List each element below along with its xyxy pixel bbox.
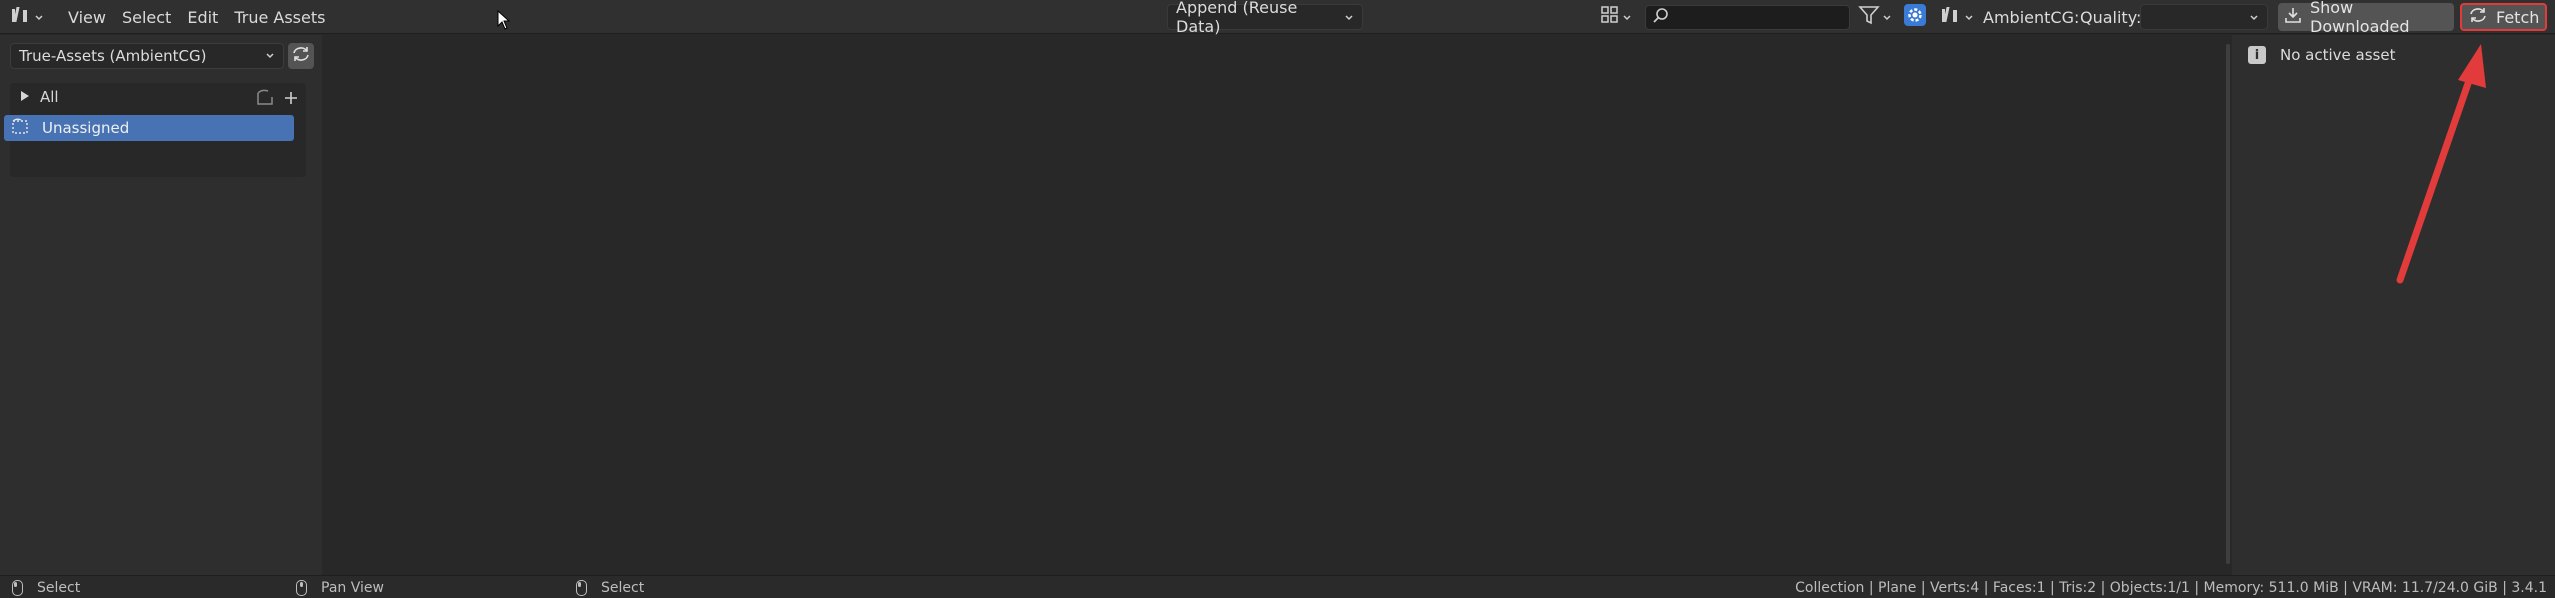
preferences-button[interactable]	[1904, 0, 1926, 34]
add-icon[interactable]	[284, 90, 298, 109]
asset-details-panel: i No active asset	[2232, 35, 2555, 575]
search-icon	[1652, 7, 1670, 29]
catalog-icon	[12, 118, 30, 138]
asset-sidebar: True-Assets (AmbientCG) All Unassigned	[0, 35, 322, 575]
info-icon: i	[2248, 46, 2266, 64]
status-middle-mouse-hint: Pan View	[296, 576, 384, 598]
expand-triangle-icon[interactable]	[20, 88, 30, 106]
provider-label: AmbientCG:	[1983, 0, 2079, 34]
status-right-mouse-hint: Select	[576, 576, 644, 598]
filter-button[interactable]	[1858, 0, 1892, 34]
status-middle-action: Pan View	[321, 579, 384, 596]
refresh-library-button[interactable]	[288, 43, 314, 69]
gear-icon	[1904, 4, 1926, 30]
menu-edit[interactable]: Edit	[179, 0, 226, 34]
editor-type-selector[interactable]	[10, 4, 48, 30]
header-bar: View Select Edit True Assets Append (Reu…	[0, 0, 2555, 36]
no-active-asset-text: No active asset	[2280, 46, 2396, 64]
menu-bar: View Select Edit True Assets	[60, 0, 333, 34]
asset-browser-icon	[1940, 5, 1962, 29]
scrollbar[interactable]	[2226, 44, 2230, 564]
refresh-icon	[291, 45, 311, 67]
import-method-value: Append (Reuse Data)	[1176, 0, 1298, 36]
status-right-action: Select	[601, 579, 645, 596]
menu-select[interactable]: Select	[114, 0, 179, 34]
mouse-middle-icon	[296, 579, 307, 596]
status-left-action: Select	[37, 579, 81, 596]
download-icon	[2284, 6, 2302, 28]
grid-icon	[1600, 5, 1620, 29]
quality-label: Quality:	[2080, 0, 2141, 34]
chevron-down-icon	[265, 47, 275, 65]
menu-view[interactable]: View	[60, 0, 114, 34]
asset-library-dropdown[interactable]: True-Assets (AmbientCG)	[10, 43, 284, 69]
no-active-asset-message: i No active asset	[2248, 43, 2395, 67]
refresh-icon	[2468, 6, 2488, 28]
asset-browser-icon	[10, 5, 32, 29]
catalog-item-unassigned[interactable]: Unassigned	[4, 115, 294, 141]
mouse-right-icon	[576, 579, 587, 596]
catalog-item-label: Unassigned	[42, 119, 130, 137]
chevron-down-icon	[1964, 8, 1974, 27]
status-left-mouse-hint: Select	[12, 576, 80, 598]
quality-dropdown[interactable]	[2140, 4, 2268, 30]
chevron-down-icon	[1622, 8, 1632, 27]
catalog-tools	[256, 88, 298, 110]
catalog-item-label: All	[40, 88, 59, 106]
mouse-left-icon	[12, 579, 23, 596]
fetch-label: Fetch	[2496, 7, 2540, 27]
chevron-down-icon	[1336, 8, 1354, 27]
search-input[interactable]	[1676, 7, 1846, 28]
quality-label-text: Quality:	[2080, 7, 2142, 27]
show-downloaded-button[interactable]: Show Downloaded	[2278, 0, 2454, 36]
new-catalog-icon[interactable]	[256, 88, 276, 110]
fetch-button[interactable]: Fetch	[2460, 3, 2547, 31]
asset-source-selector[interactable]	[1940, 0, 1974, 34]
asset-grid-area[interactable]	[322, 35, 2230, 575]
import-method-dropdown[interactable]: Append (Reuse Data)	[1167, 0, 1363, 36]
scene-statistics: Collection | Plane | Verts:4 | Faces:1 |…	[1795, 579, 2547, 596]
filter-icon	[1858, 5, 1880, 29]
asset-browser-window: View Select Edit True Assets Append (Reu…	[0, 0, 2555, 598]
asset-library-value: True-Assets (AmbientCG)	[19, 47, 207, 65]
search-field[interactable]	[1645, 5, 1850, 30]
chevron-down-icon	[2241, 8, 2259, 27]
show-downloaded-label: Show Downloaded	[2310, 0, 2410, 36]
mouse-cursor-icon	[497, 10, 511, 30]
chevron-down-icon	[1882, 8, 1892, 27]
display-mode-button[interactable]	[1600, 0, 1632, 34]
status-bar: Select Pan View Select Collection | Plan…	[0, 575, 2555, 598]
provider-label-text: AmbientCG:	[1983, 7, 2080, 27]
chevron-down-icon	[34, 8, 44, 27]
menu-true-assets[interactable]: True Assets	[226, 0, 333, 34]
